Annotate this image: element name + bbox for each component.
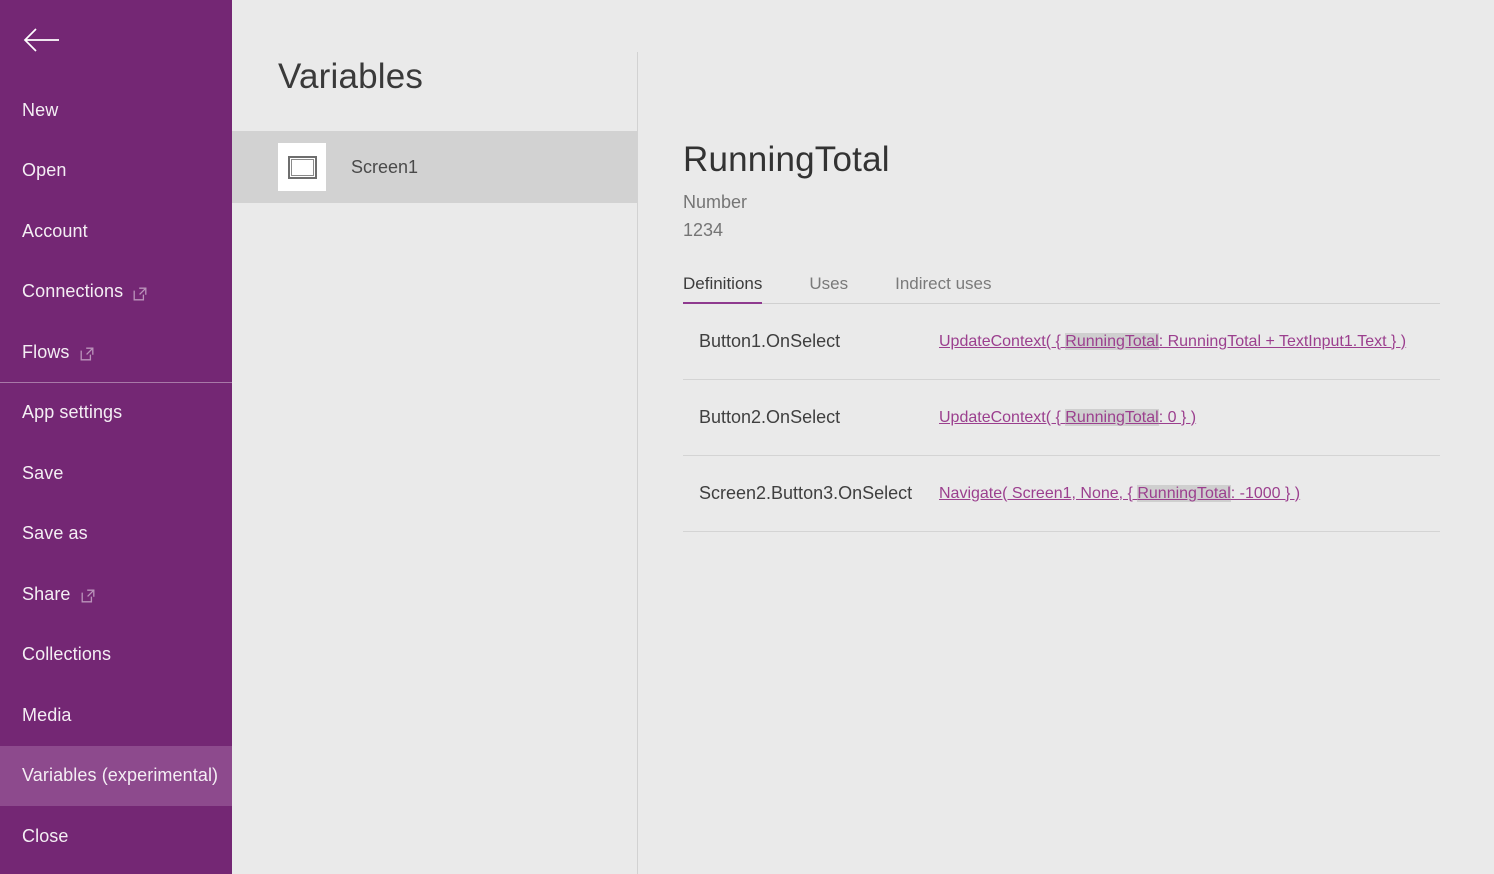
tab-definitions[interactable]: Definitions (683, 274, 762, 303)
formula-variable-token: RunningTotal (1065, 333, 1158, 350)
table-row: Button1.OnSelectUpdateContext( { Running… (683, 304, 1440, 380)
detail-tabs: Definitions Uses Indirect uses (683, 274, 1440, 304)
sidebar-item-label: App settings (22, 402, 122, 423)
external-link-icon (80, 345, 94, 359)
tab-indirect-uses[interactable]: Indirect uses (895, 274, 991, 303)
definition-target: Screen2.Button3.OnSelect (683, 483, 939, 504)
sidebar-item-variables-experimental[interactable]: Variables (experimental) (0, 746, 232, 807)
sidebar-item-account[interactable]: Account (0, 201, 232, 262)
sidebar-item-label: Variables (experimental) (22, 765, 218, 786)
sidebar-item-app-settings[interactable]: App settings (0, 383, 232, 444)
sidebar-item-new[interactable]: New (0, 80, 232, 141)
screens-panel: Variables Screen1 (232, 0, 638, 874)
tab-uses[interactable]: Uses (809, 274, 848, 303)
formula-suffix: : -1000 } ) (1231, 485, 1300, 502)
variable-value: 1234 (683, 218, 1440, 242)
sidebar-item-label: Account (22, 221, 88, 242)
definition-target: Button2.OnSelect (683, 407, 939, 428)
sidebar-item-label: Share (22, 584, 71, 605)
variable-detail-panel: RunningTotal Number 1234 Definitions Uses… (638, 0, 1494, 874)
sidebar-item-label: Collections (22, 644, 111, 665)
formula-prefix: UpdateContext( { (939, 333, 1065, 350)
table-row: Screen2.Button3.OnSelectNavigate( Screen… (683, 456, 1440, 532)
screen-list: Screen1 (232, 131, 638, 203)
screen-icon (278, 143, 326, 191)
sidebar-item-label: Close (22, 826, 69, 847)
sidebar-item-media[interactable]: Media (0, 685, 232, 746)
page-title: Variables (278, 57, 423, 97)
sidebar-item-label: Media (22, 705, 72, 726)
sidebar-item-label: Flows (22, 342, 70, 363)
formula-variable-token: RunningTotal (1137, 485, 1230, 502)
formula-suffix: : RunningTotal + TextInput1.Text } ) (1159, 333, 1406, 350)
sidebar-item-flows[interactable]: Flows (0, 322, 232, 383)
sidebar-item-label: Save (22, 463, 63, 484)
definitions-table: Button1.OnSelectUpdateContext( { Running… (683, 304, 1440, 532)
screen-list-item-label: Screen1 (351, 157, 418, 178)
sidebar-item-open[interactable]: Open (0, 141, 232, 202)
definition-formula-link[interactable]: UpdateContext( { RunningTotal: RunningTo… (939, 333, 1406, 351)
variable-type: Number (683, 190, 1440, 214)
formula-prefix: UpdateContext( { (939, 409, 1065, 426)
sidebar-item-label: New (22, 100, 58, 121)
screen-list-item[interactable]: Screen1 (232, 131, 638, 203)
sidebar-item-label: Save as (22, 523, 88, 544)
sidebar-item-close[interactable]: Close (0, 806, 232, 867)
formula-suffix: : 0 } ) (1159, 409, 1196, 426)
app-window: New Open Account Connections Flows App settin… (0, 0, 1494, 874)
sidebar-item-collections[interactable]: Collections (0, 625, 232, 686)
left-sidebar: New Open Account Connections Flows App settin… (0, 0, 232, 874)
back-arrow-icon (22, 27, 62, 53)
sidebar-nav-list: New Open Account Connections Flows App settin… (0, 80, 232, 867)
sidebar-item-share[interactable]: Share (0, 564, 232, 625)
table-row: Button2.OnSelectUpdateContext( { Running… (683, 380, 1440, 456)
definition-target: Button1.OnSelect (683, 331, 939, 352)
sidebar-item-save[interactable]: Save (0, 443, 232, 504)
definition-formula-link[interactable]: UpdateContext( { RunningTotal: 0 } ) (939, 409, 1196, 427)
definition-formula-link[interactable]: Navigate( Screen1, None, { RunningTotal:… (939, 485, 1300, 503)
variable-name: RunningTotal (683, 138, 1440, 182)
external-link-icon (133, 285, 147, 299)
external-link-icon (81, 587, 95, 601)
formula-variable-token: RunningTotal (1065, 409, 1158, 426)
sidebar-item-save-as[interactable]: Save as (0, 504, 232, 565)
sidebar-item-label: Open (22, 160, 66, 181)
sidebar-item-label: Connections (22, 281, 123, 302)
sidebar-item-connections[interactable]: Connections (0, 262, 232, 323)
back-button[interactable] (0, 0, 232, 80)
formula-prefix: Navigate( Screen1, None, { (939, 485, 1137, 502)
